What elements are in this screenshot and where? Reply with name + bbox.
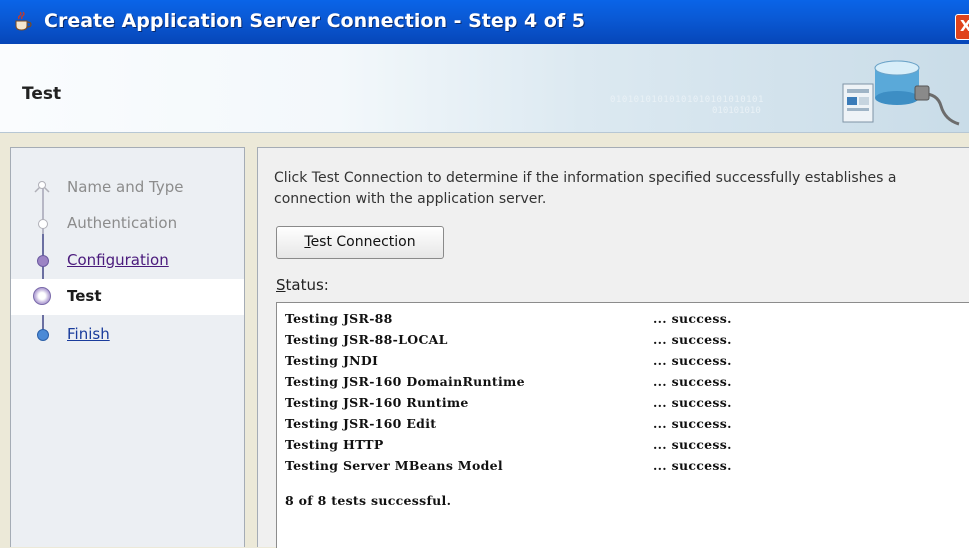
step-visited-icon bbox=[37, 255, 49, 267]
test-result: ... success. bbox=[653, 437, 732, 452]
status-line: Testing HTTP ... success. bbox=[285, 437, 731, 452]
status-line: Testing JNDI ... success. bbox=[285, 353, 731, 368]
step-next-icon bbox=[37, 329, 49, 341]
test-result: ... success. bbox=[653, 311, 732, 326]
test-name: Testing JNDI bbox=[285, 353, 379, 368]
instructions-text: Click Test Connection to determine if th… bbox=[274, 170, 897, 207]
step-done-icon bbox=[38, 219, 48, 229]
status-line: Testing JSR-88-LOCAL ... success. bbox=[285, 332, 731, 347]
test-name: Testing HTTP bbox=[285, 437, 384, 452]
binary-decoration-2: 010101010 bbox=[712, 106, 761, 116]
step-label[interactable]: Configuration bbox=[67, 251, 169, 269]
step-finish[interactable]: Finish bbox=[11, 317, 244, 353]
step-authentication: Authentication bbox=[11, 206, 244, 242]
status-label: Status: bbox=[276, 276, 329, 294]
test-result: ... success. bbox=[653, 374, 732, 389]
close-button[interactable]: X bbox=[955, 14, 969, 40]
test-name: Testing JSR-160 DomainRuntime bbox=[285, 374, 525, 389]
status-label-text: tatus: bbox=[285, 276, 329, 294]
step-test[interactable]: Test bbox=[11, 279, 244, 315]
test-result: ... success. bbox=[653, 458, 732, 473]
status-line: Testing Server MBeans Model ... success. bbox=[285, 458, 731, 473]
status-output-area[interactable]: Testing JSR-88 ... success. Testing JSR-8… bbox=[276, 302, 969, 548]
page-title: Test bbox=[22, 84, 62, 104]
step-label: Test bbox=[67, 287, 102, 305]
status-summary: 8 of 8 tests successful. bbox=[285, 493, 452, 508]
step-label: Name and Type bbox=[67, 178, 184, 196]
status-line: Testing JSR-160 Edit ... success. bbox=[285, 416, 731, 431]
wizard-steps-panel: Name and Type Authentication Configurati… bbox=[10, 147, 245, 547]
test-result: ... success. bbox=[653, 416, 732, 431]
test-name: Testing JSR-160 Runtime bbox=[285, 395, 469, 410]
step-configuration[interactable]: Configuration bbox=[11, 243, 244, 279]
status-line: Testing JSR-160 DomainRuntime ... success… bbox=[285, 374, 731, 389]
test-name: Testing JSR-88 bbox=[285, 311, 393, 326]
server-database-icon bbox=[835, 54, 960, 130]
wizard-header: Test 01010101010101010101010101 01010101… bbox=[0, 44, 969, 133]
test-connection-button[interactable]: Test Connection bbox=[276, 226, 444, 259]
step-name-and-type: Name and Type bbox=[11, 170, 244, 206]
test-result: ... success. bbox=[653, 332, 732, 347]
mnemonic: S bbox=[276, 276, 286, 294]
test-result: ... success. bbox=[653, 395, 732, 410]
step-label[interactable]: Finish bbox=[67, 325, 110, 343]
title-bar: Create Application Server Connection - S… bbox=[0, 0, 969, 44]
window-title: Create Application Server Connection - S… bbox=[44, 10, 585, 32]
status-line: Testing JSR-88 ... success. bbox=[285, 311, 731, 326]
binary-decoration: 01010101010101010101010101 bbox=[610, 95, 764, 105]
test-name: Testing JSR-88-LOCAL bbox=[285, 332, 448, 347]
test-name: Testing Server MBeans Model bbox=[285, 458, 503, 473]
step-current-icon bbox=[33, 287, 51, 305]
status-line: Testing JSR-160 Runtime ... success. bbox=[285, 395, 731, 410]
java-cup-icon bbox=[12, 11, 34, 32]
step-done-icon bbox=[33, 180, 51, 196]
test-result: ... success. bbox=[653, 353, 732, 368]
step-label: Authentication bbox=[67, 214, 178, 232]
button-label: est Connection bbox=[310, 234, 416, 250]
main-panel: Click Test Connection to determine if th… bbox=[257, 147, 969, 548]
test-name: Testing JSR-160 Edit bbox=[285, 416, 437, 431]
close-icon: X bbox=[960, 17, 969, 35]
